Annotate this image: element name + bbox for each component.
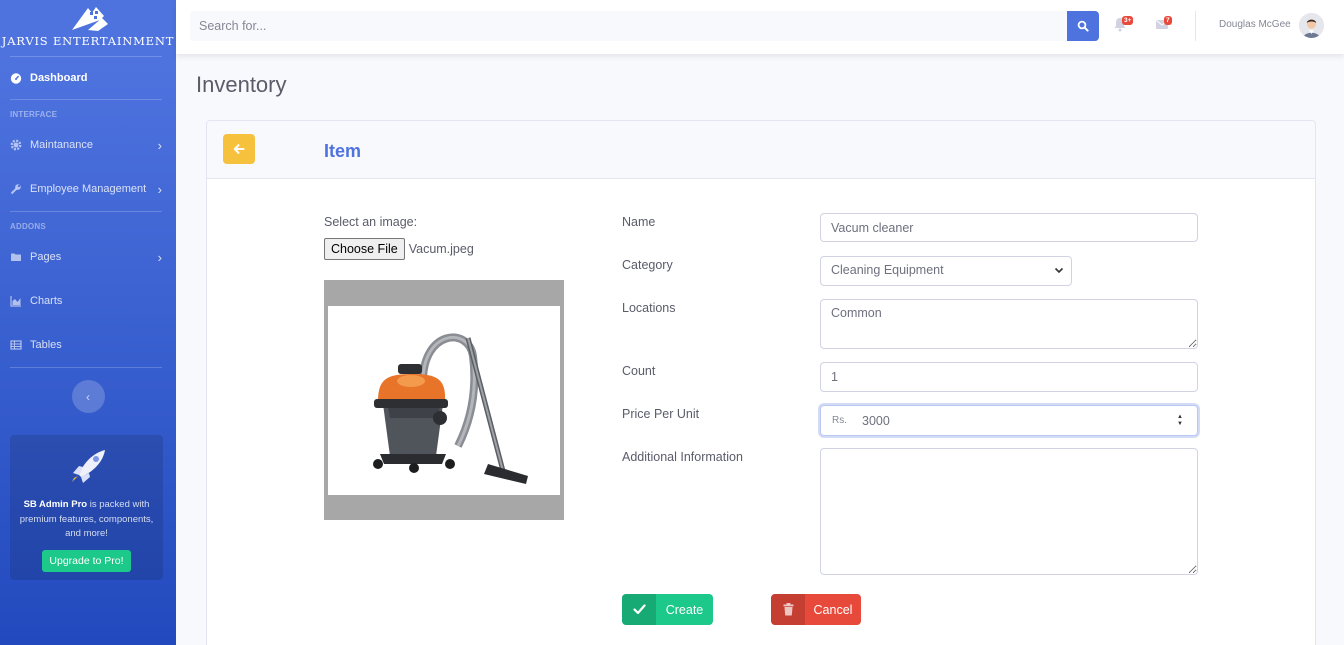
sidebar-brand[interactable]: JARVIS ENTERTAINMENT [0,0,176,56]
promo-brand: SB Admin Pro [23,499,88,510]
trash-icon [771,594,805,625]
sidebar-heading-addons: ADDONS [10,222,46,231]
upgrade-button[interactable]: Upgrade to Pro! [42,549,131,572]
logo-icon [72,7,108,31]
search-button[interactable] [1067,11,1099,41]
brand-name: JARVIS ENTERTAINMENT [1,34,175,48]
messages-dropdown[interactable]: 7 [1155,16,1175,35]
user-name[interactable]: Douglas McGee [1219,19,1291,30]
topbar: 3+ 7 Douglas McGee [176,0,1344,54]
avatar[interactable] [1299,13,1324,38]
count-label: Count [622,364,656,378]
vacuum-cleaner-image [373,333,528,484]
folder-icon [10,251,22,263]
alerts-dropdown[interactable]: 3+ [1113,16,1134,35]
page-title: Inventory [196,72,287,97]
tachometer-icon [10,72,22,84]
topbar-divider [1195,11,1196,41]
image-preview [324,280,564,520]
sidebar-item-dashboard[interactable]: Dashboard [0,57,176,99]
search-input[interactable] [190,11,1067,41]
file-input: Choose File Vacum.jpeg [324,238,474,260]
create-button[interactable]: Create [622,594,713,625]
search-icon [1077,20,1089,32]
image-label: Select an image: [324,215,418,229]
name-input[interactable] [820,213,1198,242]
sidebar-toggle-button[interactable]: ‹ [71,380,105,413]
promo-text: SB Admin Pro is packed with premium feat… [10,498,163,542]
additional-info-label: Additional Information [622,450,743,464]
cancel-button[interactable]: Cancel [771,594,861,625]
file-name: Vacum.jpeg [408,242,474,256]
sidebar-item-charts[interactable]: Charts [0,279,176,323]
card-header: Item [207,121,1315,179]
spinner-down-icon[interactable]: ▼ [1177,421,1183,428]
price-label: Price Per Unit [622,407,700,421]
promo-card: SB Admin Pro is packed with premium feat… [10,435,163,580]
card-title: Item [324,141,362,161]
number-spinner[interactable]: ▲ ▼ [1175,414,1185,428]
spinner-up-icon[interactable]: ▲ [1177,414,1183,421]
chevron-left-icon: ‹ [86,389,90,404]
chart-area-icon [10,295,22,307]
sidebar: JARVIS ENTERTAINMENT Dashboard INTERFACE… [0,0,176,645]
sidebar-item-pages[interactable]: Pages › [0,235,176,279]
create-button-label: Create [665,602,704,617]
chevron-right-icon: › [157,137,162,153]
user-avatar-icon [1299,13,1324,38]
cancel-button-label: Cancel [813,602,853,617]
name-label: Name [622,215,656,229]
cog-icon [10,139,22,151]
price-input[interactable] [862,413,1175,428]
check-icon [622,594,656,625]
choose-file-button[interactable]: Choose File [324,238,405,260]
sidebar-item-label: Charts [30,295,63,307]
rocket-icon [71,450,105,483]
arrow-left-icon [233,144,245,154]
category-select[interactable]: Cleaning Equipment [820,256,1072,286]
sidebar-item-label: Dashboard [30,72,88,84]
count-input[interactable] [820,362,1198,392]
wrench-icon [10,183,22,195]
sidebar-item-tables[interactable]: Tables [0,323,176,367]
sidebar-item-label: Tables [30,339,62,351]
image-preview-canvas [328,306,560,495]
sidebar-divider [10,367,162,368]
messages-badge: 7 [1164,16,1172,25]
currency-prefix: Rs. [832,415,847,426]
sidebar-item-maintanance[interactable]: Maintanance › [0,123,176,167]
back-button[interactable] [223,134,255,164]
additional-info-textarea[interactable] [820,448,1198,575]
alerts-badge: 3+ [1122,16,1134,25]
table-icon [10,339,22,351]
locations-textarea[interactable]: Common [820,299,1198,349]
sidebar-item-label: Maintanance [30,139,93,151]
chevron-right-icon: › [157,249,162,265]
sidebar-item-employee-management[interactable]: Employee Management › [0,167,176,211]
price-field: Rs. ▲ ▼ [820,405,1198,436]
search-bar [190,11,1099,41]
locations-label: Locations [622,301,676,315]
sidebar-item-label: Employee Management [30,183,147,195]
chevron-right-icon: › [157,181,162,197]
category-label: Category [622,258,673,272]
sidebar-heading-interface: INTERFACE [10,110,58,119]
sidebar-item-label: Pages [30,251,62,263]
